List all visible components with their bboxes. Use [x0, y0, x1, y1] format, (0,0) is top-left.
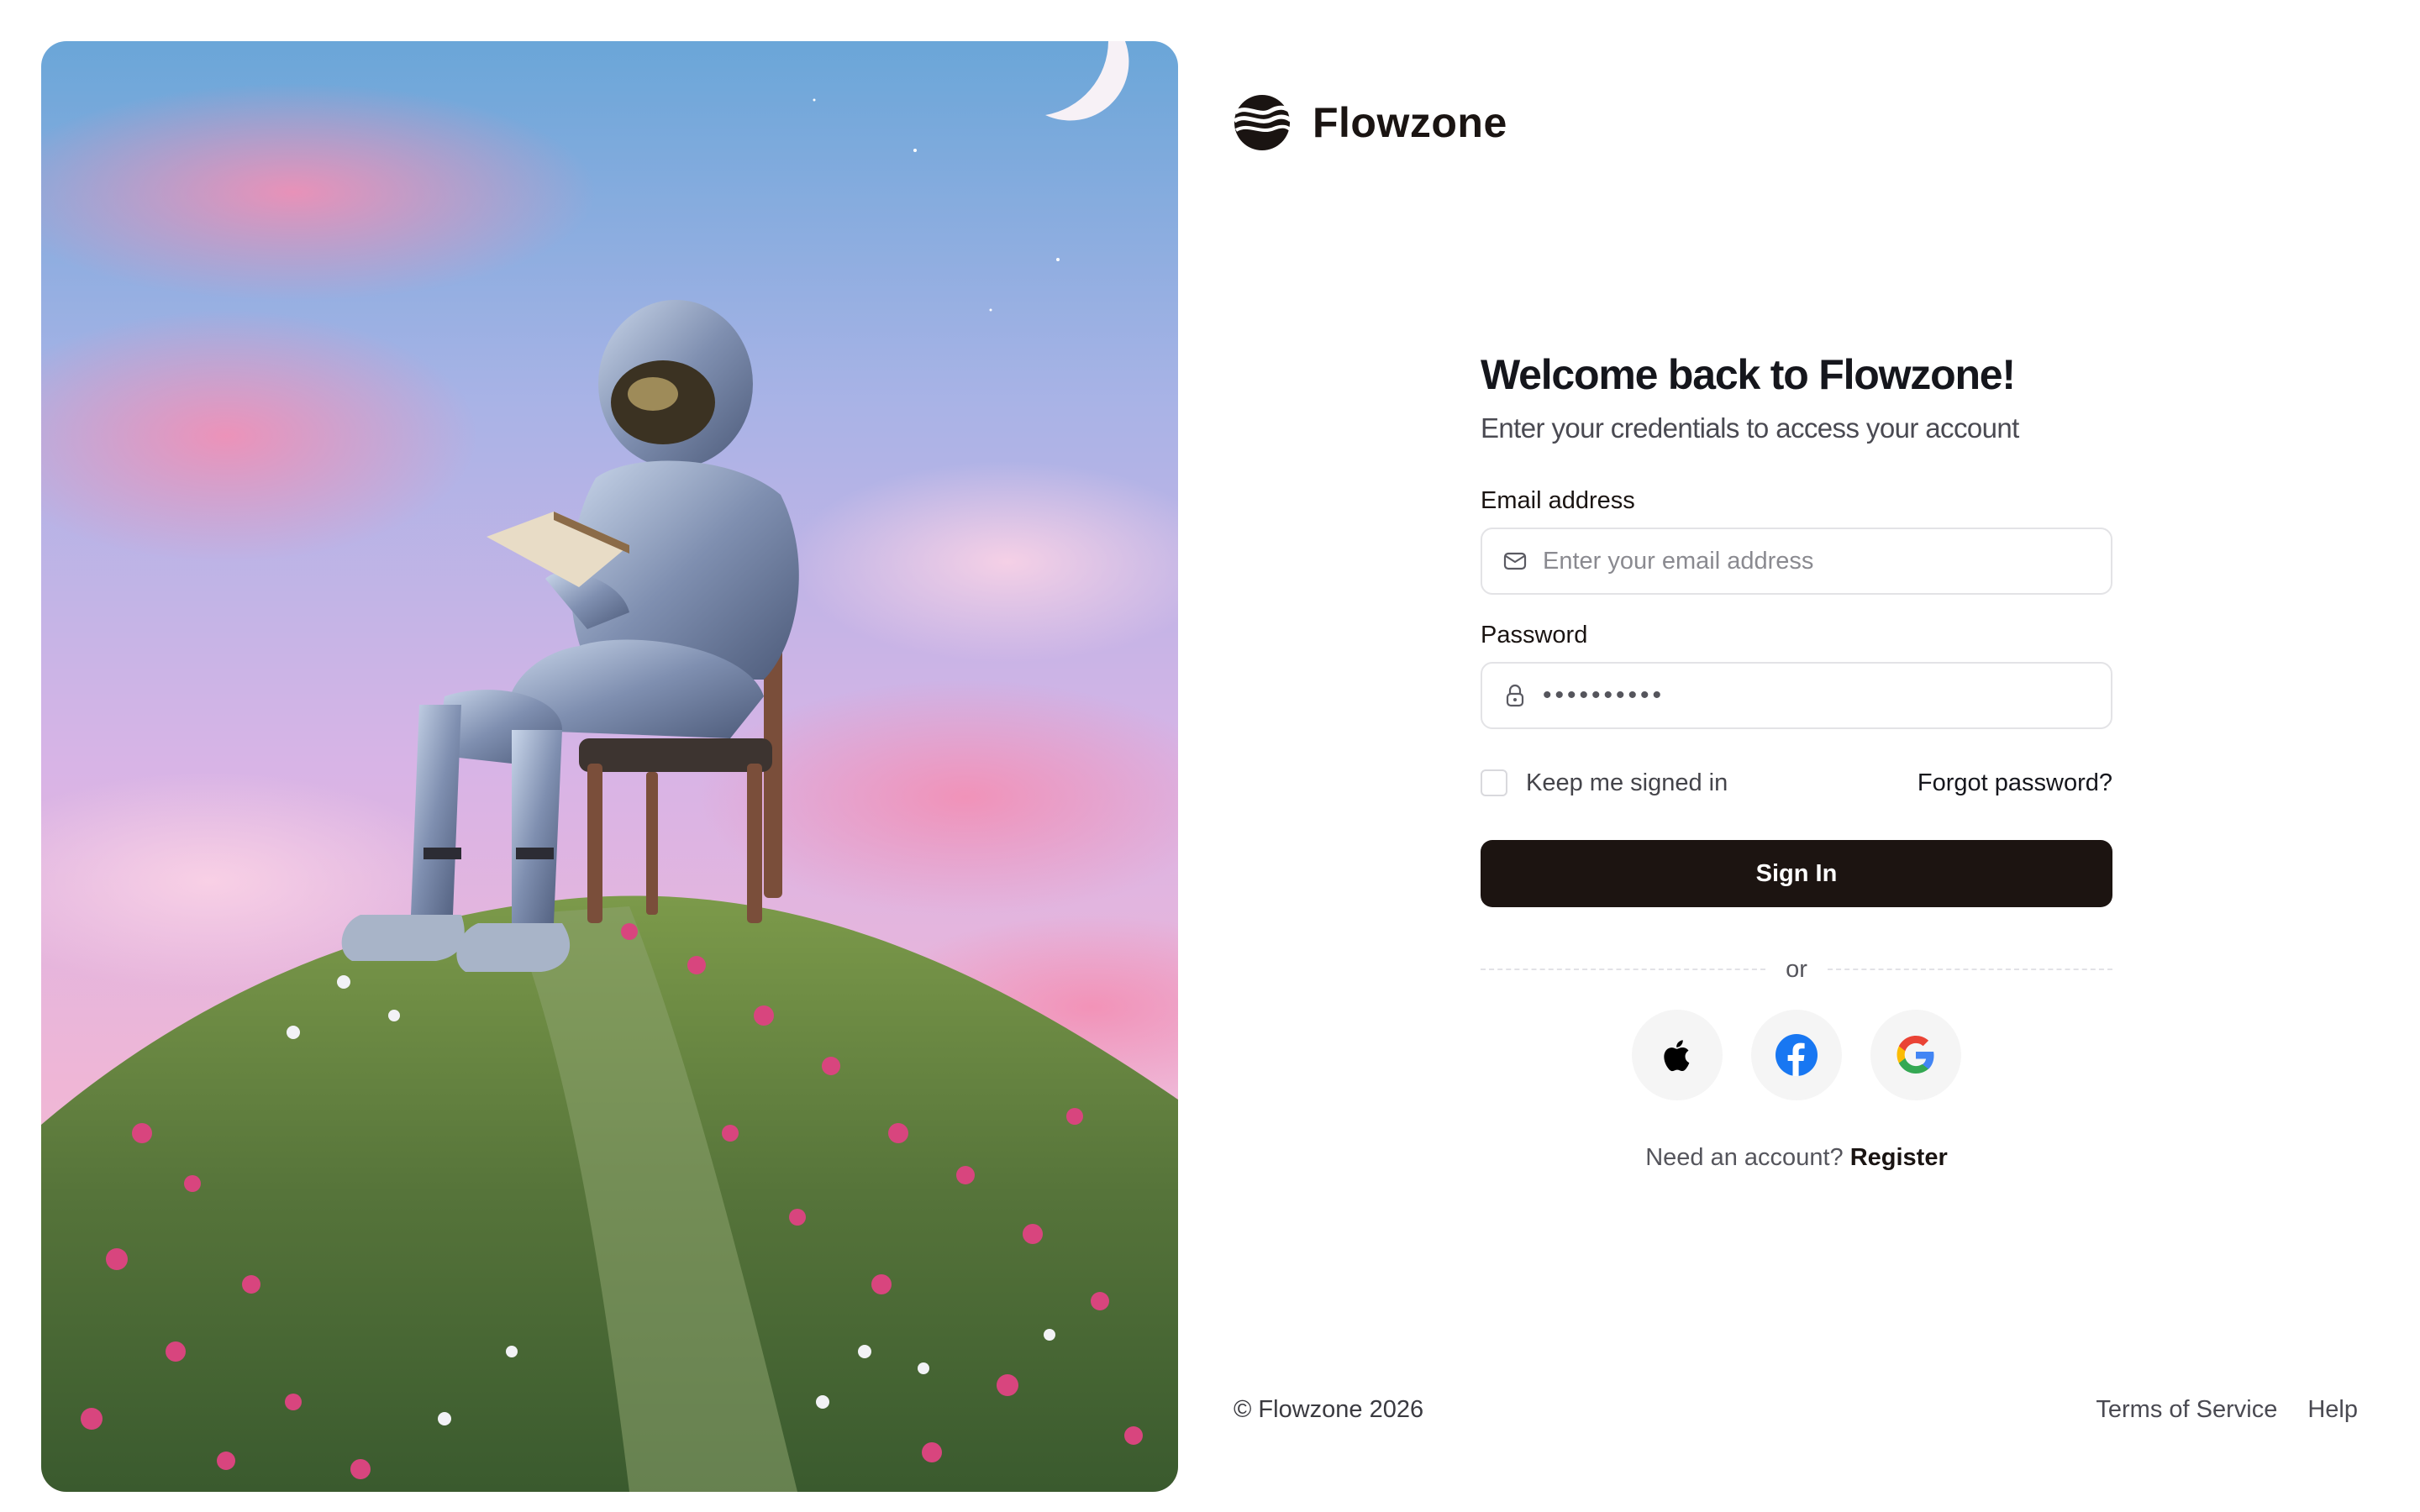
divider-label: or: [1786, 955, 1807, 983]
password-input[interactable]: [1543, 681, 2111, 710]
lock-icon: [1506, 684, 1524, 707]
footer-copyright: © Flowzone 2026: [1234, 1396, 1424, 1423]
divider-line-left: [1481, 969, 1766, 970]
login-form: Welcome back to Flowzone! Enter your cre…: [1481, 344, 2113, 1172]
help-link[interactable]: Help: [2307, 1396, 2358, 1424]
sign-in-button[interactable]: Sign In: [1481, 840, 2112, 907]
facebook-icon: [1776, 1034, 1818, 1076]
apple-login-button[interactable]: [1632, 1010, 1723, 1100]
brand: Flowzone: [1234, 94, 1507, 151]
mail-icon: [1503, 552, 1527, 570]
google-icon: [1897, 1036, 1934, 1074]
forgot-password-link[interactable]: Forgot password?: [1918, 769, 2112, 797]
register-prompt: Need an account?: [1645, 1144, 1844, 1171]
astronaut-illustration: [41, 41, 1178, 1492]
password-field-wrapper[interactable]: [1481, 662, 2112, 729]
hero-image: [41, 41, 1178, 1492]
facebook-login-button[interactable]: [1751, 1010, 1842, 1100]
terms-of-service-link[interactable]: Terms of Service: [2096, 1396, 2277, 1424]
flowzone-logo-icon: [1234, 95, 1291, 150]
keep-signed-in-checkbox[interactable]: [1481, 769, 1507, 796]
brand-name: Flowzone: [1313, 99, 1507, 146]
email-field-wrapper[interactable]: [1481, 528, 2112, 595]
google-login-button[interactable]: [1870, 1010, 1961, 1100]
apple-icon: [1664, 1040, 1690, 1072]
options-row: Keep me signed in Forgot password?: [1481, 766, 2112, 800]
password-label: Password: [1481, 622, 1588, 648]
or-divider: or: [1481, 953, 2113, 986]
footer-links: Terms of Service Help: [2065, 1396, 2358, 1424]
email-input[interactable]: [1543, 547, 2111, 575]
register-row: Need an account? Register: [1481, 1144, 2112, 1172]
email-label: Email address: [1481, 487, 1635, 514]
divider-line-right: [1827, 969, 2113, 970]
keep-signed-in[interactable]: Keep me signed in: [1481, 769, 1728, 797]
register-link[interactable]: Register: [1850, 1144, 1948, 1171]
page-title: Welcome back to Flowzone!: [1481, 351, 2016, 398]
social-login-buttons: [1481, 1010, 2112, 1100]
page-subtitle: Enter your credentials to access your ac…: [1481, 412, 2019, 444]
keep-signed-in-label: Keep me signed in: [1526, 769, 1728, 796]
